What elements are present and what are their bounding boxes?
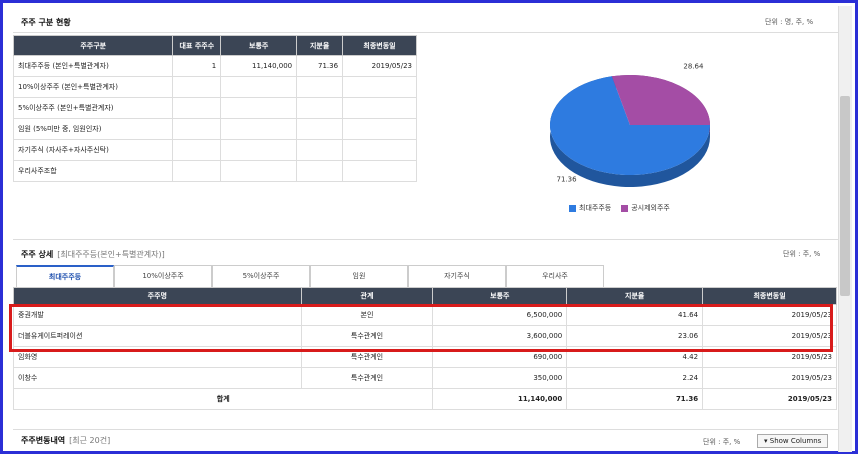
cell (342, 160, 417, 182)
show-columns-label: Show Columns (769, 437, 822, 445)
cell: 특수관계인 (300, 367, 434, 389)
unit-label: 단위 : 주, % (703, 438, 741, 446)
tab-10pct[interactable]: 10%이상주주 (114, 265, 212, 287)
divider (13, 32, 841, 33)
section-title-shareholder-classification: 주주 구분 현황 (21, 18, 71, 27)
cell (220, 76, 298, 98)
cell: 이창수 (13, 367, 302, 389)
unit-label: 단위 : 명, 주, % (765, 18, 814, 26)
cell (172, 118, 222, 140)
divider (13, 239, 841, 240)
highlight-box (9, 304, 833, 352)
pie-chart: 71.36 28.64 (550, 63, 710, 187)
table-row: 10%이상주주 (본인+특별관계자) (12, 76, 417, 98)
total-shares: 11,140,000 (432, 388, 568, 410)
show-columns-button[interactable]: ▾ Show Columns (757, 434, 829, 448)
col-header: 보통주 (432, 287, 568, 305)
cell (342, 118, 417, 140)
col-header: 최종변동일 (702, 287, 837, 305)
section-title-shareholder-detail: 주주 상세 [최대주주등(본인+특별관계자)] (21, 249, 165, 260)
pie-data-label: 28.64 (683, 63, 704, 71)
cell (172, 76, 222, 98)
col-header: 주주구분 (12, 35, 174, 56)
scrollbar-thumb[interactable] (840, 96, 850, 296)
col-header: 대표 주주수 (172, 35, 222, 56)
legend-label: 최대주주등 (579, 204, 612, 212)
unit-label: 단위 : 주, % (783, 250, 821, 258)
pie-data-label: 71.36 (557, 175, 578, 183)
col-header: 관계 (300, 287, 434, 305)
cell (342, 97, 417, 119)
shareholder-class-table: 주주구분 대표 주주수 보통주 지분율 최종변동일 최대주주등 (본인+특별관계… (12, 35, 417, 182)
cell (220, 139, 298, 161)
total-row: 합계 11,140,000 71.36 2019/05/23 (12, 388, 837, 410)
tab-treasury-stock[interactable]: 자기주식 (408, 265, 506, 287)
cell: 71.36 (296, 55, 344, 77)
legend-item: 공시제외주주 (621, 203, 670, 213)
cell: 350,000 (432, 367, 568, 389)
col-header: 지분율 (566, 287, 704, 305)
cell (296, 160, 344, 182)
tab-executives[interactable]: 임원 (310, 265, 408, 287)
cell: 2.24 (566, 367, 704, 389)
table-row: 자기주식 (자사주+자사주신탁) (12, 139, 417, 161)
cell (342, 139, 417, 161)
cell: 1 (172, 55, 222, 77)
col-header: 최종변동일 (342, 35, 417, 56)
table-row: 최대주주등 (본인+특별관계자) 1 11,140,000 71.36 2019… (12, 55, 417, 77)
legend-swatch (569, 204, 576, 212)
table-row: 이창수 특수관계인 350,000 2.24 2019/05/23 (13, 367, 837, 389)
table-row: 5%이상주주 (본인+특별관계자) (12, 97, 417, 119)
col-header: 지분율 (296, 35, 344, 56)
cell: 자기주식 (자사주+자사주신탁) (12, 139, 174, 161)
cell (296, 118, 344, 140)
cell (172, 160, 222, 182)
cell (220, 160, 298, 182)
cell: 최대주주등 (본인+특별관계자) (12, 55, 174, 77)
shareholder-tabs: 최대주주등 10%이상주주 5%이상주주 임원 자기주식 우리사주 (16, 265, 604, 287)
cell (172, 97, 222, 119)
section-subtitle: [최근 20건] (69, 436, 111, 445)
section-title-shareholder-changes: 주주변동내역 [최근 20건] (21, 435, 110, 446)
cell (296, 97, 344, 119)
legend-swatch (621, 204, 629, 212)
cell: 임원 (5%미만 중, 임원인자) (12, 118, 174, 140)
cell (342, 76, 417, 98)
window-frame: 주주 구분 현황 단위 : 명, 주, % 주주구분 대표 주주수 보통주 지분… (0, 0, 858, 454)
col-header: 보통주 (220, 35, 298, 56)
cell (220, 97, 298, 119)
table-row: 임원 (5%미만 중, 임원인자) (12, 118, 417, 140)
vertical-scrollbar[interactable] (838, 6, 852, 452)
cell: 2019/05/23 (702, 367, 837, 389)
cell (172, 139, 222, 161)
cell (220, 118, 298, 140)
total-ratio: 71.36 (566, 388, 704, 410)
total-date: 2019/05/23 (702, 388, 837, 410)
cell (296, 76, 344, 98)
table-row: 우리사주조합 (12, 160, 417, 182)
section-subtitle: [최대주주등(본인+특별관계자)] (57, 250, 165, 259)
tab-employee-stock[interactable]: 우리사주 (506, 265, 604, 287)
legend-item: 최대주주등 (569, 203, 611, 213)
chart-legend: 최대주주등 공시제외주주 (569, 203, 670, 213)
tab-5pct[interactable]: 5%이상주주 (212, 265, 310, 287)
legend-label: 공시제외주주 (631, 204, 670, 212)
total-label: 합계 (12, 388, 434, 410)
divider (13, 429, 841, 430)
cell: 10%이상주주 (본인+특별관계자) (12, 76, 174, 98)
col-header: 주주명 (13, 287, 302, 305)
tab-major-shareholders[interactable]: 최대주주등 (16, 265, 114, 287)
section-title-text: 주주변동내역 (21, 436, 66, 445)
cell: 우리사주조합 (12, 160, 174, 182)
section-title-text: 주주 상세 (21, 250, 54, 259)
cell (296, 139, 344, 161)
cell: 11,140,000 (220, 55, 298, 77)
cell: 5%이상주주 (본인+특별관계자) (12, 97, 174, 119)
cell: 2019/05/23 (342, 55, 417, 77)
